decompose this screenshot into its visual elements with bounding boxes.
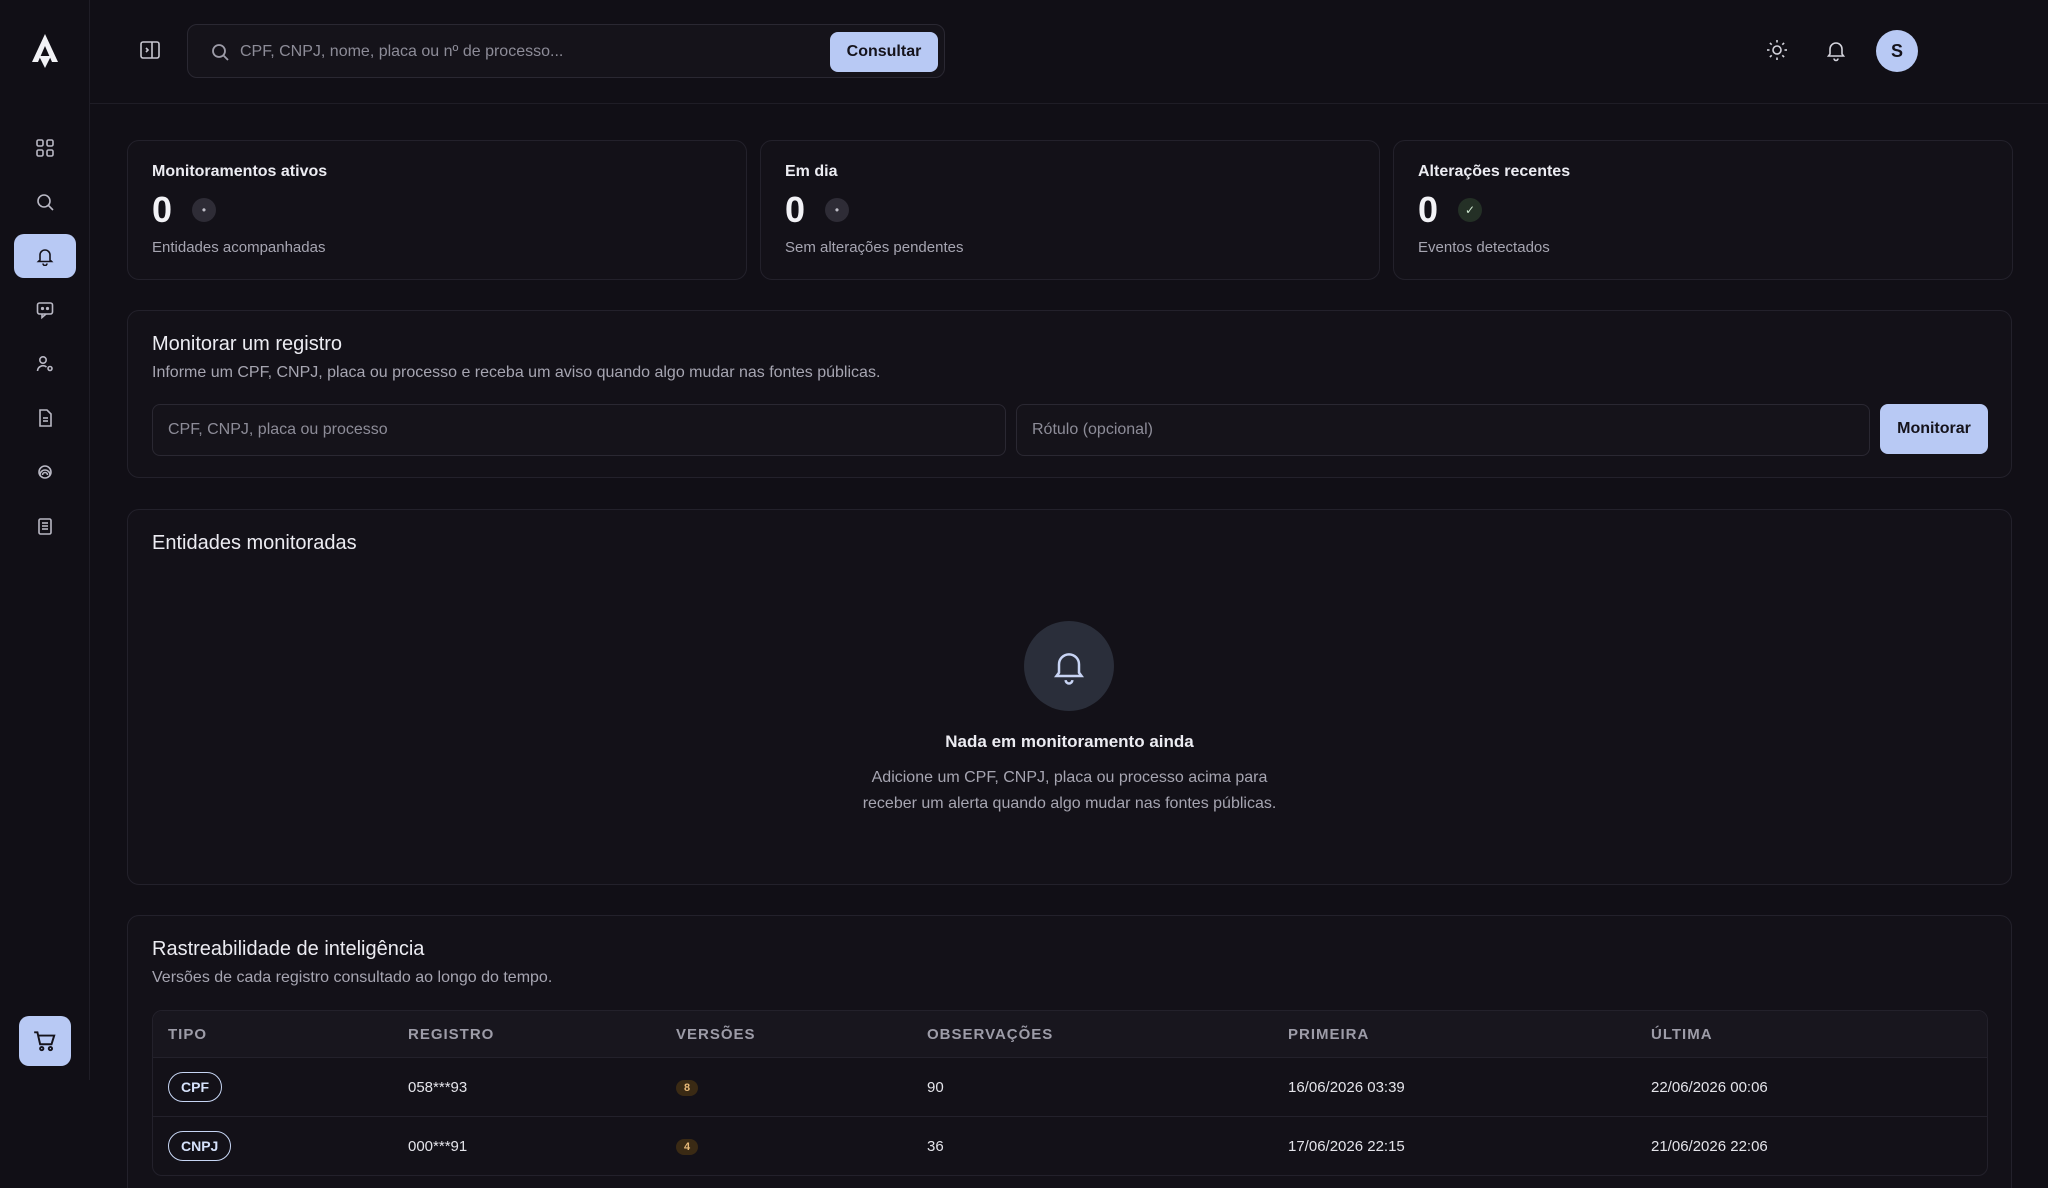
top-bar: Consultar [90, 0, 2048, 104]
clipboard-icon [38, 518, 52, 535]
table-row[interactable]: CNPJ 000***91 4 36 17/06/2026 22:15 21/0… [153, 1116, 1987, 1175]
sidebar-toggle-icon[interactable] [138, 38, 162, 62]
stat-card-recent-changes: Alterações recentes 0 ✓ Eventos detectad… [1393, 140, 2013, 280]
user-avatar[interactable]: S [1876, 30, 1918, 72]
type-badge: CPF [168, 1072, 222, 1102]
monitor-button[interactable]: Monitorar [1880, 404, 1988, 454]
section-title: Monitorar um registro [152, 333, 343, 355]
empty-state-line: receber um alerta quando algo mudar nas … [862, 795, 1277, 812]
section-description: Informe um CPF, CNPJ, placa ou processo … [152, 364, 881, 381]
type-badge: CNPJ [168, 1131, 232, 1161]
observations-cell: 90 [927, 1078, 944, 1096]
column-header: OBSERVAÇÕES [927, 1025, 1054, 1043]
monitored-entities-card: Entidades monitoradas Nada em monitorame… [127, 509, 2012, 885]
cart-button[interactable] [19, 1016, 71, 1066]
first-seen-cell: 17/06/2026 22:15 [1288, 1137, 1405, 1155]
section-title: Entidades monitoradas [152, 532, 357, 554]
registro-cell: 058***93 [408, 1078, 468, 1096]
observations-cell: 36 [927, 1137, 944, 1155]
grid-icon [36, 139, 54, 157]
sidebar-item-biometrics[interactable] [14, 450, 76, 494]
theme-toggle-icon[interactable] [1765, 38, 1789, 62]
stat-title: Em dia [785, 163, 838, 180]
stat-subtitle: Eventos detectados [1418, 239, 1550, 256]
chat-icon [36, 302, 54, 320]
label-input[interactable] [1016, 404, 1870, 456]
stat-card-active: Monitoramentos ativos 0 • Entidades acom… [127, 140, 747, 280]
sidebar [0, 0, 90, 1080]
global-search: Consultar [187, 24, 945, 78]
sidebar-item-users[interactable] [14, 342, 76, 386]
sidebar-item-chat[interactable] [14, 288, 76, 332]
column-header: REGISTRO [408, 1025, 495, 1043]
fingerprint-icon [38, 465, 52, 479]
empty-state-description: Adicione um CPF, CNPJ, placa ou processo… [128, 765, 2011, 817]
record-input[interactable] [152, 404, 1006, 456]
app-logo[interactable] [28, 32, 62, 70]
empty-state-line: Adicione um CPF, CNPJ, placa ou processo… [871, 769, 1268, 786]
empty-state-title: Nada em monitoramento ainda [945, 732, 1194, 751]
stat-value: 0 [1418, 189, 1439, 230]
notifications-icon[interactable] [1824, 38, 1848, 62]
sidebar-item-dashboard[interactable] [14, 126, 76, 170]
empty-state-bell [1024, 621, 1114, 711]
traceability-table: TIPO REGISTRO VERSÕES OBSERVAÇÕES PRIMEI… [152, 1010, 1988, 1176]
global-search-input[interactable] [240, 35, 800, 69]
sidebar-nav [14, 126, 76, 558]
column-header: VERSÕES [676, 1025, 756, 1043]
registro-cell: 000***91 [408, 1137, 468, 1155]
user-gear-icon [36, 355, 53, 372]
section-title: Rastreabilidade de inteligência [152, 938, 425, 960]
dot-icon: • [192, 198, 217, 222]
stat-card-up-to-date: Em dia 0 • Sem alterações pendentes [760, 140, 1380, 280]
traceability-card: Rastreabilidade de inteligência Versões … [127, 915, 2012, 1188]
column-header: PRIMEIRA [1288, 1025, 1370, 1043]
dot-icon: • [825, 198, 850, 222]
versions-badge: 8 [676, 1080, 698, 1096]
stat-subtitle: Entidades acompanhadas [152, 239, 326, 256]
cart-icon [34, 1031, 56, 1052]
stat-subtitle: Sem alterações pendentes [785, 239, 964, 256]
sidebar-item-monitoring[interactable] [14, 234, 76, 278]
document-icon [39, 409, 52, 427]
column-header: ÚLTIMA [1651, 1025, 1713, 1043]
sidebar-item-documents[interactable] [14, 396, 76, 440]
section-description: Versões de cada registro consultado ao l… [152, 969, 553, 986]
column-header: TIPO [168, 1025, 208, 1043]
monitor-record-card: Monitorar um registro Informe um CPF, CN… [127, 310, 2012, 478]
search-icon [37, 194, 54, 211]
stat-value: 0 [785, 189, 806, 230]
stat-title: Alterações recentes [1418, 163, 1571, 180]
sidebar-item-search[interactable] [14, 180, 76, 224]
table-row[interactable]: CPF 058***93 8 90 16/06/2026 03:39 22/06… [153, 1057, 1987, 1116]
last-seen-cell: 21/06/2026 22:06 [1651, 1137, 1768, 1155]
consult-button[interactable]: Consultar [830, 32, 938, 72]
first-seen-cell: 16/06/2026 03:39 [1288, 1078, 1405, 1096]
table-header: TIPO REGISTRO VERSÕES OBSERVAÇÕES PRIMEI… [153, 1011, 1987, 1057]
versions-badge: 4 [676, 1139, 698, 1155]
last-seen-cell: 22/06/2026 00:06 [1651, 1078, 1768, 1096]
bell-icon [36, 249, 54, 266]
stat-title: Monitoramentos ativos [152, 163, 328, 180]
sidebar-item-reports[interactable] [14, 504, 76, 548]
search-icon [212, 44, 229, 61]
bell-icon [1054, 653, 1084, 685]
check-icon: ✓ [1458, 198, 1483, 222]
stat-value: 0 [152, 189, 173, 230]
